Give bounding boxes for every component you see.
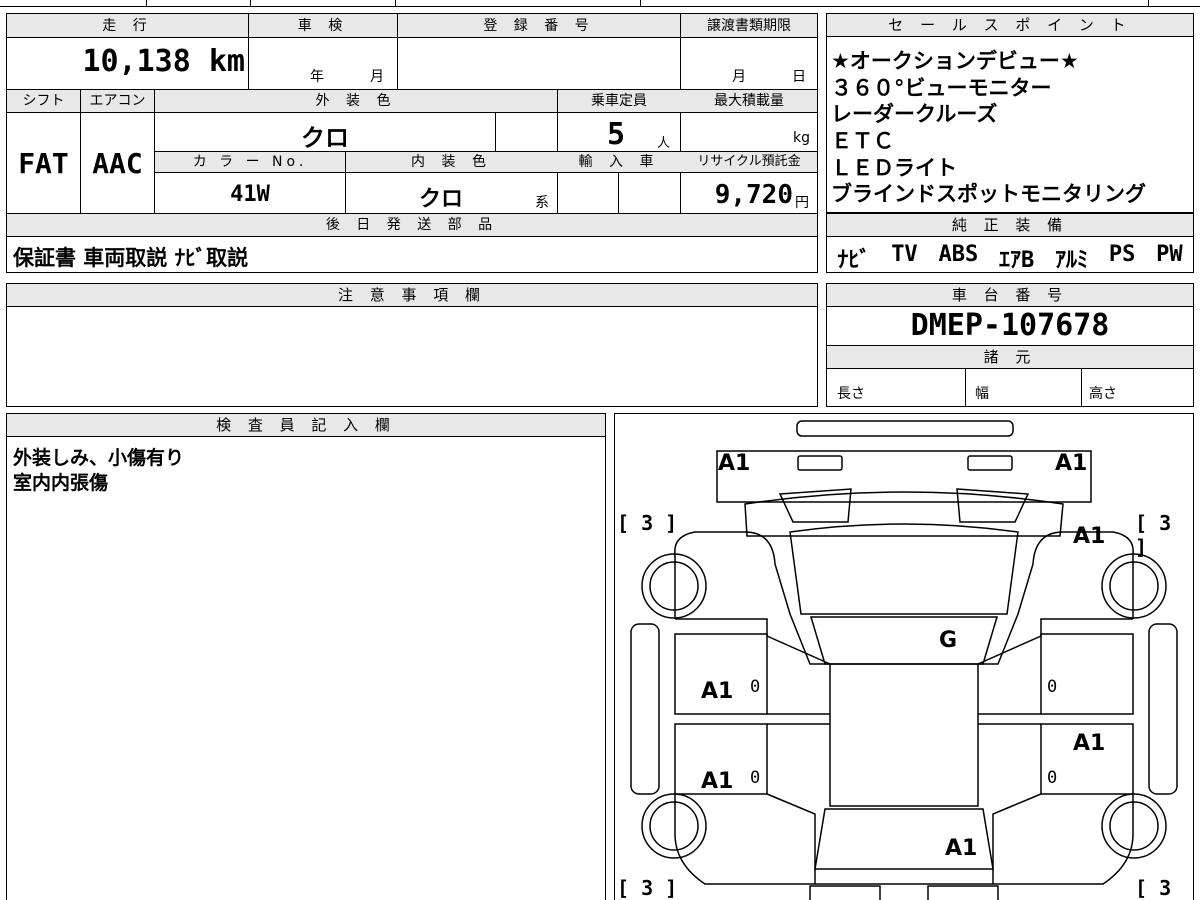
damage-front-right: A1: [1055, 451, 1088, 476]
bracket-marker: [ 3 ]: [617, 511, 678, 535]
damage-roof: G: [939, 628, 958, 653]
interior-color-value: クロ: [418, 187, 463, 212]
recycle-unit: 円: [795, 195, 809, 211]
sales-points-panel: セ ー ル ス ポ イ ン ト ★オークションデビュー★ ３６０°ビューモニター…: [826, 13, 1194, 213]
later-parts-value: 保証書 車両取説 ﾅﾋﾞ取説: [13, 246, 249, 270]
panel-zero: 0: [750, 768, 761, 788]
color-no-header: カ ラ ー No.: [192, 154, 308, 170]
aircon-header: エアコン: [89, 93, 146, 109]
shift-header: シフト: [22, 93, 65, 109]
equipment-item: ABS: [938, 242, 979, 267]
bracket-marker: [ 3 ]: [1135, 876, 1172, 900]
inspector-panel: 検 査 員 記 入 欄 外装しみ、小傷有り 室内内張傷: [6, 413, 606, 900]
damage-rear: A1: [945, 836, 978, 861]
interior-color-suffix: 系: [535, 195, 549, 211]
inspector-comment: 外装しみ、小傷有り: [13, 447, 185, 469]
equipment-list: ﾅﾋﾞ TV ABS ｴｱB ｱﾙﾐ PS PW: [827, 242, 1193, 274]
capacity-header: 乗車定員: [591, 93, 647, 109]
damage-fender-right: A1: [1073, 524, 1106, 549]
import-header: 輸 入 車: [578, 154, 660, 170]
exterior-color-header: 外 装 色: [315, 93, 397, 109]
specs-header: 諸 元: [983, 348, 1037, 366]
genuine-equipment-panel: 純 正 装 備 ﾅﾋﾞ TV ABS ｴｱB ｱﾙﾐ PS PW: [826, 213, 1194, 273]
recycle-value: 9,720: [714, 180, 793, 210]
sales-point-item: ＬＥＤライト: [831, 156, 957, 180]
notes-header: 注 意 事 項 欄: [7, 284, 817, 307]
capacity-unit: 人: [657, 136, 671, 151]
equipment-item: ﾅﾋﾞ: [837, 248, 871, 273]
length-label: 長さ: [837, 386, 865, 402]
bracket-marker: [ 3 ]: [617, 876, 678, 900]
panel-zero: 0: [1047, 768, 1058, 788]
vehicle-info-table: 走 行 車 検 登 録 番 号 譲渡書類期限 10,138 km 年 月 月 日…: [6, 13, 818, 273]
chassis-header: 車 台 番 号: [827, 284, 1193, 307]
top-strip: [0, 0, 1200, 8]
inspection-year: 年: [310, 69, 324, 85]
exterior-color-value: クロ: [301, 124, 349, 152]
inspection-header: 車 検: [297, 18, 349, 34]
transfer-month: 月: [732, 69, 746, 85]
damage-door-rear-left: A1: [701, 769, 734, 794]
chassis-panel: 車 台 番 号 DMEP-107678 諸 元 長さ 幅 高さ: [826, 283, 1194, 407]
inspection-month: 月: [370, 69, 384, 85]
width-label: 幅: [975, 386, 989, 402]
sales-point-item: レーダークルーズ: [831, 102, 998, 126]
inspector-header: 検 査 員 記 入 欄: [7, 414, 605, 437]
sales-point-item: ３６０°ビューモニター: [831, 76, 1052, 100]
sales-point-item: ★オークションデビュー★: [831, 49, 1079, 73]
equipment-item: PW: [1156, 242, 1183, 267]
bracket-marker: [ 3 ]: [1135, 511, 1172, 559]
height-label: 高さ: [1089, 386, 1117, 402]
genuine-equipment-header: 純 正 装 備: [827, 214, 1193, 237]
color-no-value: 41W: [230, 182, 270, 207]
damage-door-front-left: A1: [701, 679, 734, 704]
interior-color-header: 内 装 色: [411, 154, 492, 170]
sales-point-item: ブラインドスポットモニタリング: [831, 182, 1146, 206]
damage-front-left: A1: [718, 451, 751, 476]
car-outline: [630, 420, 1178, 900]
panel-zero: 0: [750, 677, 761, 697]
chassis-number: DMEP-107678: [910, 308, 1110, 343]
later-parts-header: 後 日 発 送 部 品: [325, 217, 499, 233]
transfer-day: 日: [792, 69, 806, 85]
equipment-item: ｴｱB: [999, 248, 1035, 273]
transfer-deadline-header: 譲渡書類期限: [707, 18, 791, 34]
sales-point-item: ＥＴＣ: [831, 129, 894, 153]
aircon-value: AAC: [92, 147, 143, 180]
notes-panel: 注 意 事 項 欄: [6, 283, 818, 407]
sales-points-header: セ ー ル ス ポ イ ン ト: [827, 14, 1193, 37]
mileage-header: 走 行: [102, 18, 153, 34]
damage-door-rear-right: A1: [1073, 731, 1106, 756]
equipment-item: PS: [1108, 242, 1136, 267]
car-damage-diagram: A1 A1 A1 G A1 A1 A1 A1 0 0 0 0 [ 3 ] [ 3…: [614, 413, 1194, 900]
shift-value: FAT: [18, 147, 69, 180]
mileage-value: 10,138 km: [82, 44, 245, 79]
registration-header: 登 録 番 号: [483, 18, 595, 34]
load-unit: kg: [793, 130, 810, 146]
max-load-header: 最大積載量: [714, 93, 784, 109]
recycle-header: リサイクル預託金: [697, 154, 801, 169]
equipment-item: ｱﾙﾐ: [1055, 248, 1089, 273]
inspector-comment: 室内内張傷: [13, 472, 109, 494]
equipment-item: TV: [891, 242, 918, 267]
panel-zero: 0: [1047, 677, 1058, 697]
capacity-value: 5: [607, 117, 626, 152]
